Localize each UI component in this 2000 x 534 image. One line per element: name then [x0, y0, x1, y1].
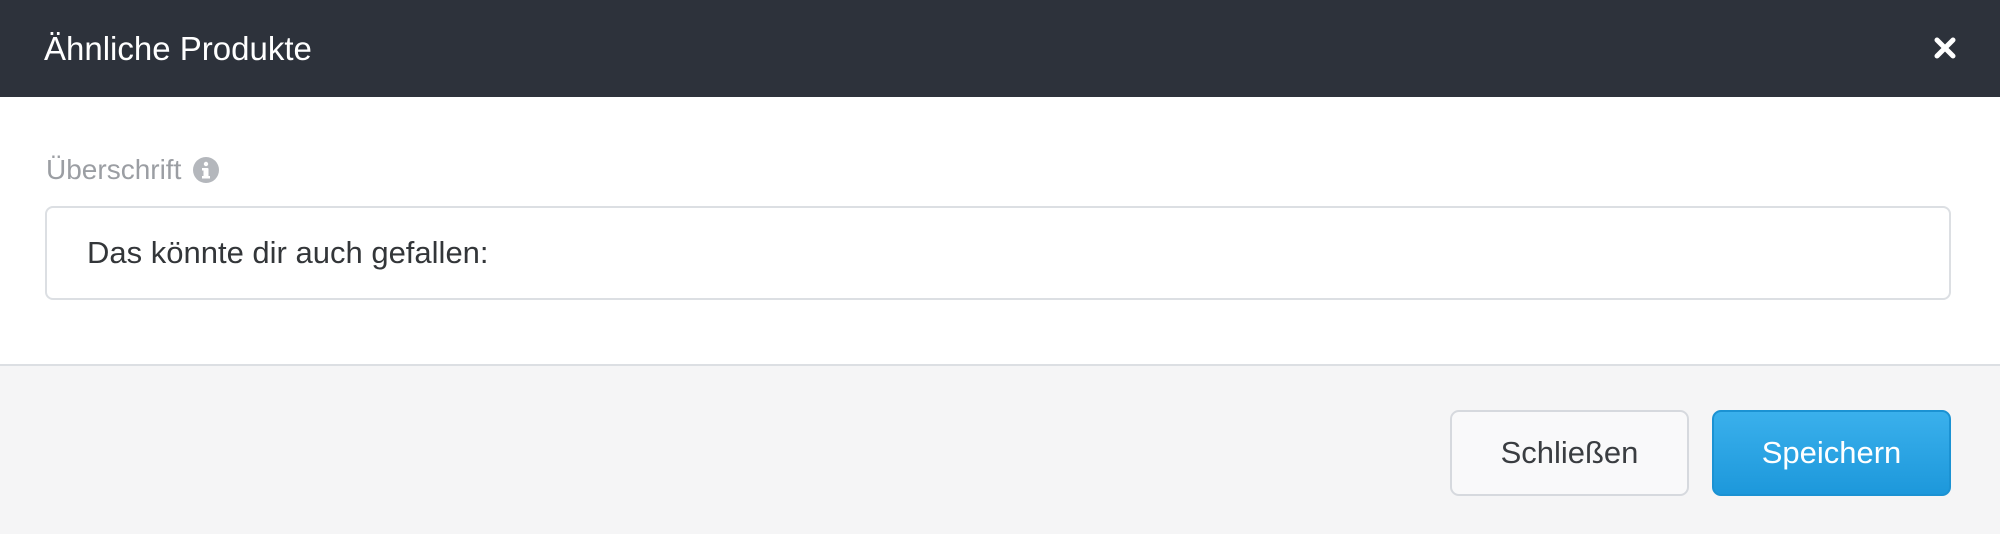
close-dialog-button[interactable]: Schließen	[1450, 410, 1689, 496]
modal-header: Ähnliche Produkte	[0, 0, 2000, 97]
info-icon[interactable]	[193, 157, 220, 183]
modal-title: Ähnliche Produkte	[44, 30, 312, 67]
heading-input[interactable]	[45, 206, 1951, 300]
heading-field-label: Überschrift	[46, 154, 220, 186]
modal-body: Überschrift	[0, 97, 2000, 365]
modal-footer: Schließen Speichern	[0, 364, 2000, 534]
close-icon	[1934, 37, 1956, 59]
similar-products-modal: Ähnliche Produkte Überschrift Schließen	[0, 0, 2000, 534]
save-button[interactable]: Speichern	[1712, 410, 1951, 496]
close-button[interactable]	[1930, 33, 1960, 63]
heading-label-text: Überschrift	[46, 154, 182, 185]
